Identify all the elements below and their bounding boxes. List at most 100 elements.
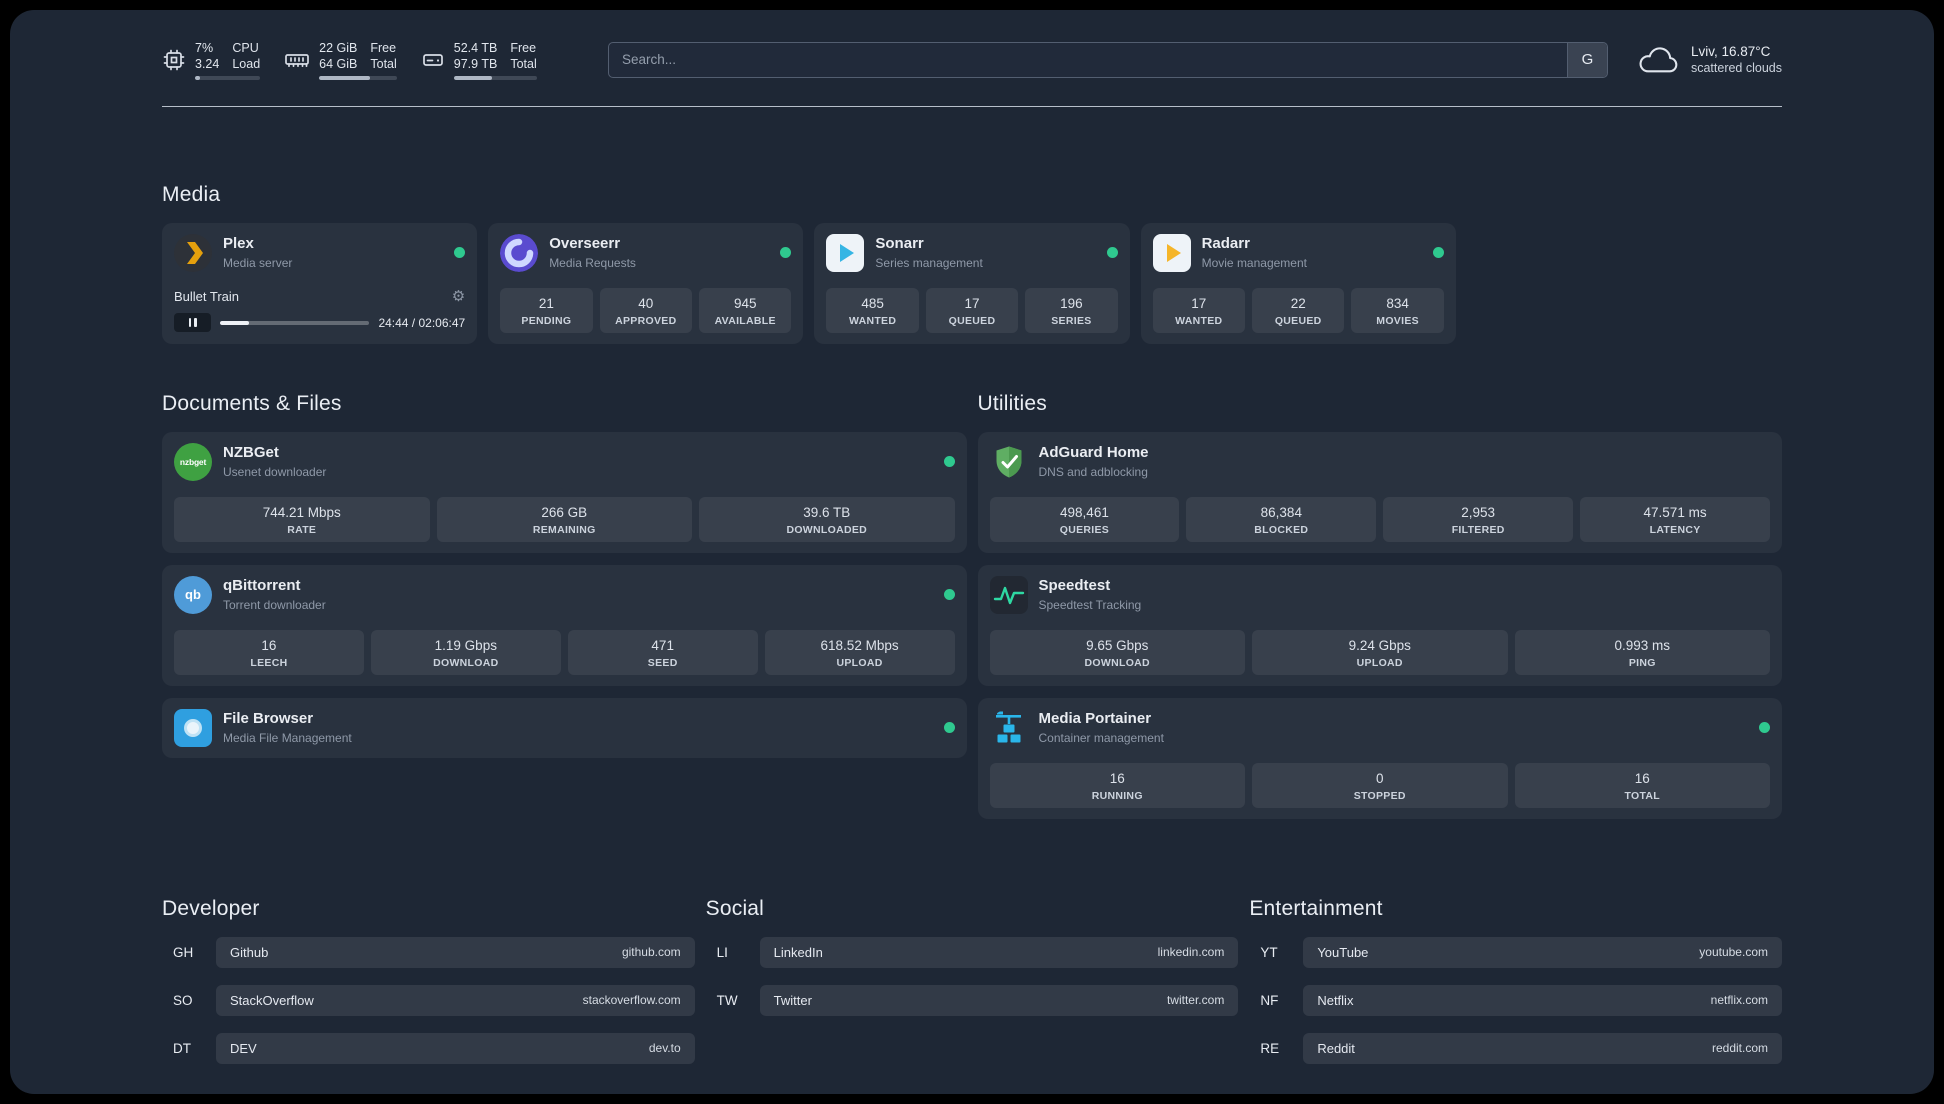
status-dot-online — [943, 456, 955, 467]
group-title-social: Social — [705, 896, 765, 920]
stat-value: 16 — [1634, 770, 1650, 786]
memory-total-value: 64 GiB — [319, 57, 358, 71]
stat-label: WANTED — [848, 314, 897, 327]
topbar-divider — [162, 105, 1782, 107]
bookmark-dev[interactable]: DT DEV dev.to — [162, 1032, 695, 1064]
status-dot-online — [780, 247, 792, 258]
service-card-sonarr[interactable]: Sonarr Series management 485 WANTED 17 Q… — [814, 222, 1130, 344]
bookmark-group-developer: Developer GH Github github.com SO StackO… — [162, 897, 695, 1081]
bookmark-url: reddit.com — [1711, 1041, 1768, 1055]
service-description: Media Requests — [549, 256, 636, 270]
service-description: Media File Management — [223, 731, 352, 745]
bookmark-twitter[interactable]: TW Twitter twitter.com — [706, 984, 1239, 1016]
stat-value: 471 — [651, 637, 674, 653]
bookmark-stackoverflow[interactable]: SO StackOverflow stackoverflow.com — [162, 984, 695, 1016]
stat-blocked: 86,384 BLOCKED — [1186, 496, 1377, 542]
stat-label: WANTED — [1175, 314, 1223, 327]
bookmark-url: twitter.com — [1166, 993, 1225, 1007]
stat-label: REMAINING — [532, 523, 596, 536]
status-dot-online — [1432, 247, 1444, 258]
stat-label: LATENCY — [1649, 523, 1701, 536]
service-card-overseerr[interactable]: Overseerr Media Requests 21 PENDING 40 A… — [488, 222, 804, 344]
stat-series: 196 SERIES — [1025, 287, 1118, 333]
stat-pending: 21 PENDING — [500, 287, 593, 333]
cpu-load-value: 3.24 — [195, 57, 220, 71]
service-name: File Browser — [223, 710, 314, 727]
stat-approved: 40 APPROVED — [599, 287, 692, 333]
bookmark-abbr: GH — [173, 944, 194, 960]
service-card-speedtest[interactable]: Speedtest Speedtest Tracking 9.65 Gbps D… — [977, 564, 1782, 686]
nzbget-icon: nzbget — [174, 442, 212, 481]
dashboard: 7% 3.24 CPU Load 22 GiB 64 GiB Free Tota… — [10, 10, 1934, 1094]
stat-upload: 618.52 Mbps UPLOAD — [764, 629, 955, 675]
group-title-entertainment: Entertainment — [1249, 896, 1383, 920]
disk-free-label: Free — [510, 41, 537, 55]
service-card-radarr[interactable]: Radarr Movie management 17 WANTED 22 QUE… — [1140, 222, 1456, 344]
bookmark-url: youtube.com — [1699, 945, 1768, 959]
service-name: AdGuard Home — [1038, 444, 1149, 461]
stat-label: UPLOAD — [836, 656, 883, 669]
stat-label: PENDING — [521, 314, 572, 327]
bookmark-github[interactable]: GH Github github.com — [162, 936, 695, 968]
bookmark-name: Twitter — [773, 992, 812, 1008]
service-card-qbittorrent[interactable]: qb qBittorrent Torrent downloader 16 LEE… — [162, 564, 967, 686]
bookmark-linkedin[interactable]: LI LinkedIn linkedin.com — [706, 936, 1239, 968]
stat-available: 945 AVAILABLE — [699, 287, 792, 333]
memory-icon — [284, 48, 310, 72]
stat-label: APPROVED — [615, 314, 677, 327]
stat-value: 16 — [1109, 770, 1125, 786]
search-bar: G — [607, 41, 1608, 78]
status-dot-online — [1759, 722, 1770, 733]
stat-label: DOWNLOAD — [433, 656, 499, 669]
memory-usage-bar — [319, 76, 397, 80]
bookmark-abbr: TW — [716, 992, 738, 1008]
stat-value: 47.571 ms — [1643, 504, 1707, 520]
bookmark-group-entertainment: Entertainment YT YouTube youtube.com NF … — [1249, 897, 1782, 1081]
disk-widget: 52.4 TB 97.9 TB Free Total — [421, 40, 537, 80]
disk-total-value: 97.9 TB — [453, 57, 498, 71]
stat-value: 40 — [638, 295, 654, 311]
bookmark-reddit[interactable]: RE Reddit reddit.com — [1249, 1032, 1782, 1064]
memory-free-label: Free — [370, 41, 397, 55]
service-name: Sonarr — [875, 235, 924, 252]
service-card-plex[interactable]: Plex Media server Bullet Train ⚙ 24:44 /… — [162, 222, 478, 344]
cpu-widget: 7% 3.24 CPU Load — [162, 40, 261, 80]
stat-label: RATE — [287, 523, 317, 536]
bookmark-youtube[interactable]: YT YouTube youtube.com — [1249, 936, 1782, 968]
section-media: Media Plex Media server Bullet Train ⚙ 2… — [162, 183, 1782, 344]
stat-label: SEED — [647, 656, 678, 669]
stat-label: DOWNLOADED — [786, 523, 868, 536]
stat-remaining: 266 GB REMAINING — [436, 496, 692, 542]
filebrowser-icon — [174, 708, 212, 747]
service-card-portainer[interactable]: Media Portainer Container management 16 … — [977, 697, 1782, 819]
stat-seed: 471 SEED — [567, 629, 758, 675]
bookmark-abbr: YT — [1260, 944, 1278, 960]
service-card-adguard[interactable]: AdGuard Home DNS and adblocking 498,461 … — [977, 431, 1782, 553]
section-utilities: Utilities AdGuard Home DNS and adblockin… — [977, 392, 1782, 819]
qbittorrent-icon-text: qb — [185, 587, 201, 602]
search-provider-button[interactable]: G — [1566, 42, 1607, 77]
bookmark-netflix[interactable]: NF Netflix netflix.com — [1249, 984, 1782, 1016]
stat-download: 9.65 Gbps DOWNLOAD — [989, 629, 1245, 675]
bookmark-abbr: SO — [173, 992, 193, 1008]
service-card-nzbget[interactable]: nzbget NZBGet Usenet downloader 744.21 M… — [162, 431, 967, 553]
pause-button[interactable] — [174, 313, 211, 332]
stat-label: STOPPED — [1353, 789, 1406, 802]
service-description: Series management — [875, 256, 983, 270]
bookmark-abbr: NF — [1260, 992, 1279, 1008]
overseerr-icon — [500, 233, 539, 272]
weather-location: Lviv, 16.87°C — [1690, 44, 1771, 60]
settings-gear-icon[interactable]: ⚙ — [452, 289, 465, 304]
service-description: Media server — [223, 256, 293, 270]
radarr-icon — [1152, 233, 1191, 272]
bookmark-url: github.com — [621, 945, 681, 959]
portainer-icon — [990, 709, 1028, 747]
service-card-filebrowser[interactable]: File Browser Media File Management — [162, 697, 967, 758]
search-input[interactable] — [608, 42, 1567, 77]
stat-label: QUEUED — [1274, 314, 1322, 327]
cpu-label: CPU — [232, 41, 259, 55]
stat-wanted: 17 WANTED — [1152, 287, 1245, 333]
service-name: qBittorrent — [223, 577, 301, 594]
bookmark-name: Github — [230, 944, 269, 960]
group-title-developer: Developer — [162, 896, 260, 920]
